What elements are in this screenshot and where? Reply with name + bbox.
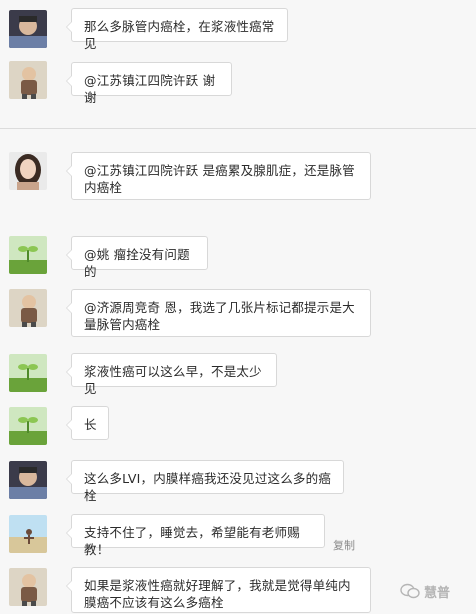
message-bubble[interactable]: 这么多LVI，内膜样癌我还没见过这么多的癌栓 [66,460,344,503]
grey-avatar-icon [9,10,47,48]
message-bubble[interactable]: 支持不住了，睡觉去，希望能有老师赐教！ [66,514,325,557]
sprout-avatar-icon [9,407,47,445]
avatar[interactable] [9,10,47,48]
avatar[interactable] [9,61,47,99]
toddler-avatar-icon [9,289,47,327]
toddler-avatar-icon [9,61,47,99]
avatar[interactable] [9,152,47,190]
avatar[interactable] [9,461,47,499]
avatar[interactable] [9,515,47,553]
woman-avatar-icon [9,152,47,190]
watermark: 慧普 [400,580,450,602]
message-bubble[interactable]: @姚 瘤拴没有问题的 [66,236,208,279]
beach-avatar-icon [9,515,47,553]
avatar[interactable] [9,568,47,606]
sprout-avatar-icon [9,354,47,392]
message-bubble[interactable]: 那么多脉管内癌栓，在浆液性癌常见 [66,8,288,51]
copy-link[interactable]: 复制 [333,537,355,553]
toddler-avatar-icon [9,568,47,606]
sprout-avatar-icon [9,236,47,274]
message-bubble[interactable]: 浆液性癌可以这么早，不是太少见 [66,353,277,396]
grey-avatar-icon [9,461,47,499]
message-bubble[interactable]: 如果是浆液性癌就好理解了，我就是觉得单纯内膜癌不应该有这么多癌栓 [66,567,371,613]
watermark-text: 慧普 [424,585,451,601]
message-bubble[interactable]: @江苏镇江四院许跃 谢谢 [66,62,232,105]
message-bubble[interactable]: 长 [66,406,109,440]
avatar[interactable] [9,236,47,274]
message-bubble[interactable]: @江苏镇江四院许跃 是癌累及腺肌症，还是脉管内癌栓 [66,152,371,200]
avatar[interactable] [9,407,47,445]
avatar[interactable] [9,289,47,327]
history-divider [0,128,476,129]
message-bubble[interactable]: @济源周竞奇 恩，我选了几张片标记都提示是大量脉管内癌栓 [66,289,371,337]
wechat-icon [400,583,420,599]
avatar[interactable] [9,354,47,392]
